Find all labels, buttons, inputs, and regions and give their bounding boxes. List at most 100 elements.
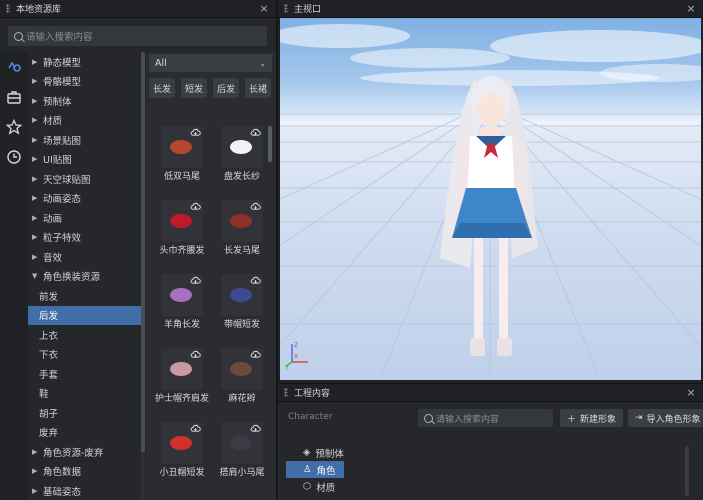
- caret-right-icon[interactable]: ▶: [32, 194, 40, 202]
- caret-right-icon[interactable]: ▶: [32, 448, 40, 456]
- tree-item[interactable]: 上衣: [28, 325, 144, 345]
- caret-right-icon[interactable]: ▶: [32, 77, 40, 85]
- caret-right-icon[interactable]: ▶: [32, 136, 40, 144]
- caret-right-icon[interactable]: ▶: [32, 233, 40, 241]
- project-tree-item[interactable]: ⬡ 材质: [286, 478, 352, 495]
- cloud-download-icon[interactable]: [190, 276, 201, 285]
- cloud-download-icon[interactable]: [190, 350, 201, 359]
- cloud-download-icon[interactable]: [190, 128, 201, 137]
- asset-card[interactable]: 低双马尾: [154, 126, 210, 184]
- tree-item[interactable]: 下衣: [28, 345, 144, 365]
- asset-thumbnail[interactable]: [221, 126, 263, 168]
- cloud-download-icon[interactable]: [250, 276, 261, 285]
- cloud-download-icon[interactable]: [250, 424, 261, 433]
- tree-item[interactable]: ▶ 角色数据: [28, 462, 144, 482]
- asset-card[interactable]: 搭肩小马尾: [214, 422, 270, 480]
- cloud-download-icon[interactable]: [250, 128, 261, 137]
- caret-right-icon[interactable]: ▶: [32, 116, 40, 124]
- search-input[interactable]: 请输入搜索内容: [8, 26, 267, 46]
- rail-button-links[interactable]: [0, 52, 28, 82]
- caret-right-icon[interactable]: ▶: [32, 155, 40, 163]
- tree-item[interactable]: ▶ 骨骼模型: [28, 72, 144, 92]
- tree-item[interactable]: 后发: [28, 305, 144, 325]
- close-icon[interactable]: ×: [683, 1, 699, 17]
- cloud-download-icon[interactable]: [190, 202, 201, 211]
- tree-item[interactable]: 手套: [28, 364, 144, 384]
- asset-thumbnail[interactable]: [161, 200, 203, 242]
- caret-down-icon[interactable]: ▼: [32, 272, 40, 280]
- import-character-button[interactable]: ⇥ 导入角色形象: [628, 409, 703, 427]
- new-character-button[interactable]: ＋ 新建形象: [560, 409, 624, 427]
- project-search-input[interactable]: 请输入搜索内容: [418, 409, 553, 427]
- tree-item[interactable]: ▶ 静态模型: [28, 52, 144, 72]
- filter-chip[interactable]: 后发: [213, 78, 240, 98]
- asset-thumbnail[interactable]: [221, 274, 263, 316]
- tree-item[interactable]: ▶ 基础姿态: [28, 481, 144, 500]
- project-tree-item[interactable]: ◈ 预制体: [286, 444, 352, 461]
- search-icon: [14, 31, 23, 41]
- cloud-download-icon[interactable]: [250, 350, 261, 359]
- hair-preview: [170, 140, 192, 154]
- drag-handle-icon[interactable]: [284, 388, 288, 397]
- asset-thumbnail[interactable]: [221, 422, 263, 464]
- tree-item[interactable]: ▶ 音效: [28, 247, 144, 267]
- caret-right-icon[interactable]: ▶: [32, 253, 40, 261]
- tree-item[interactable]: ▶ 材质: [28, 111, 144, 131]
- tree-item[interactable]: ▶ 动画: [28, 208, 144, 228]
- tree-item[interactable]: ▶ UI贴图: [28, 150, 144, 170]
- asset-card[interactable]: 头巾齐腰发: [154, 200, 210, 258]
- asset-card[interactable]: 小丑帽短发: [154, 422, 210, 480]
- tree-item[interactable]: ▶ 预制体: [28, 91, 144, 111]
- filter-dropdown[interactable]: All ⌄: [149, 54, 272, 72]
- rail-button-toolbox[interactable]: [0, 82, 28, 112]
- character-model[interactable]: [280, 18, 701, 380]
- project-tree-item[interactable]: ♙ 角色: [286, 461, 344, 478]
- 3d-viewport[interactable]: Z X Y: [280, 18, 701, 380]
- tree-item[interactable]: 废弃: [28, 423, 144, 443]
- caret-right-icon[interactable]: ▶: [32, 214, 40, 222]
- caret-right-icon[interactable]: ▶: [32, 175, 40, 183]
- cloud-download-icon[interactable]: [190, 424, 201, 433]
- asset-thumbnail[interactable]: [161, 126, 203, 168]
- asset-card[interactable]: 护士帽齐肩发: [154, 348, 210, 406]
- asset-thumbnail[interactable]: [161, 274, 203, 316]
- tree-item[interactable]: ▶ 天空球贴图: [28, 169, 144, 189]
- project-scrollbar[interactable]: [685, 446, 689, 496]
- filter-chip[interactable]: 短发: [181, 78, 208, 98]
- tree-item[interactable]: ▶ 动画姿态: [28, 189, 144, 209]
- caret-right-icon[interactable]: ▶: [32, 467, 40, 475]
- asset-thumbnail[interactable]: [221, 200, 263, 242]
- tree-item[interactable]: ▶ 粒子特效: [28, 228, 144, 248]
- tree-item-label: 粒子特效: [43, 233, 82, 245]
- toolbox-icon: [7, 91, 21, 104]
- drag-handle-icon[interactable]: [6, 4, 10, 13]
- close-icon[interactable]: ×: [256, 1, 272, 17]
- asset-card[interactable]: 长发马尾: [214, 200, 270, 258]
- filter-chip[interactable]: 长发: [149, 78, 176, 98]
- asset-card[interactable]: 盘发长纱: [214, 126, 270, 184]
- asset-card[interactable]: 羊角长发: [154, 274, 210, 332]
- tree-item[interactable]: 胡子: [28, 403, 144, 423]
- asset-card[interactable]: 麻花辫: [214, 348, 270, 406]
- close-icon[interactable]: ×: [683, 385, 699, 401]
- caret-right-icon[interactable]: ▶: [32, 58, 40, 66]
- rail-button-history[interactable]: [0, 142, 28, 172]
- cloud-download-icon[interactable]: [250, 202, 261, 211]
- rail-button-favorites[interactable]: [0, 112, 28, 142]
- asset-thumbnail[interactable]: [221, 348, 263, 390]
- tree-item[interactable]: ▼ 角色换装资源: [28, 267, 144, 287]
- tree-item[interactable]: 鞋: [28, 384, 144, 404]
- asset-card[interactable]: 带帽短发: [214, 274, 270, 332]
- caret-right-icon[interactable]: ▶: [32, 487, 40, 495]
- asset-scrollbar[interactable]: [268, 126, 272, 162]
- tree-item[interactable]: ▶ 场景贴图: [28, 130, 144, 150]
- caret-right-icon[interactable]: ▶: [32, 97, 40, 105]
- drag-handle-icon[interactable]: [284, 4, 288, 13]
- tree-scrollbar[interactable]: [141, 52, 145, 500]
- tree-item[interactable]: 前发: [28, 286, 144, 306]
- asset-thumbnail[interactable]: [161, 348, 203, 390]
- filter-chip[interactable]: 长裙: [245, 78, 272, 98]
- tree-scroll-thumb[interactable]: [141, 52, 145, 452]
- tree-item[interactable]: ▶ 角色资源-废弃: [28, 442, 144, 462]
- asset-thumbnail[interactable]: [161, 422, 203, 464]
